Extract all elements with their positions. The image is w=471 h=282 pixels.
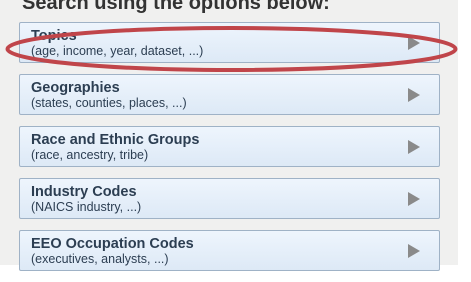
topics-title: Topics bbox=[31, 28, 77, 44]
geographies-title: Geographies bbox=[31, 80, 120, 96]
race-ethnic-groups-title: Race and Ethnic Groups bbox=[31, 132, 200, 148]
race-ethnic-groups-button[interactable]: Race and Ethnic Groups (race, ancestry, … bbox=[19, 126, 440, 167]
topics-button[interactable]: Topics (age, income, year, dataset, ...) bbox=[19, 22, 440, 63]
triangle-right-icon bbox=[408, 88, 420, 102]
race-ethnic-groups-subtitle: (race, ancestry, tribe) bbox=[31, 148, 149, 162]
search-options-list: Topics (age, income, year, dataset, ...)… bbox=[19, 22, 440, 282]
eeo-occupation-codes-subtitle: (executives, analysts, ...) bbox=[31, 252, 169, 266]
triangle-right-icon bbox=[408, 140, 420, 154]
triangle-right-icon bbox=[408, 244, 420, 258]
geographies-button[interactable]: Geographies (states, counties, places, .… bbox=[19, 74, 440, 115]
industry-codes-subtitle: (NAICS industry, ...) bbox=[31, 200, 142, 214]
industry-codes-button[interactable]: Industry Codes (NAICS industry, ...) bbox=[19, 178, 440, 219]
triangle-right-icon bbox=[408, 36, 420, 50]
search-instructions-heading: Search using the options below: bbox=[22, 0, 330, 14]
industry-codes-title: Industry Codes bbox=[31, 184, 137, 200]
search-options-panel: Search using the options below: Topics (… bbox=[0, 0, 458, 271]
topics-subtitle: (age, income, year, dataset, ...) bbox=[31, 44, 204, 58]
eeo-occupation-codes-title: EEO Occupation Codes bbox=[31, 236, 194, 252]
triangle-right-icon bbox=[408, 192, 420, 206]
geographies-subtitle: (states, counties, places, ...) bbox=[31, 96, 187, 110]
